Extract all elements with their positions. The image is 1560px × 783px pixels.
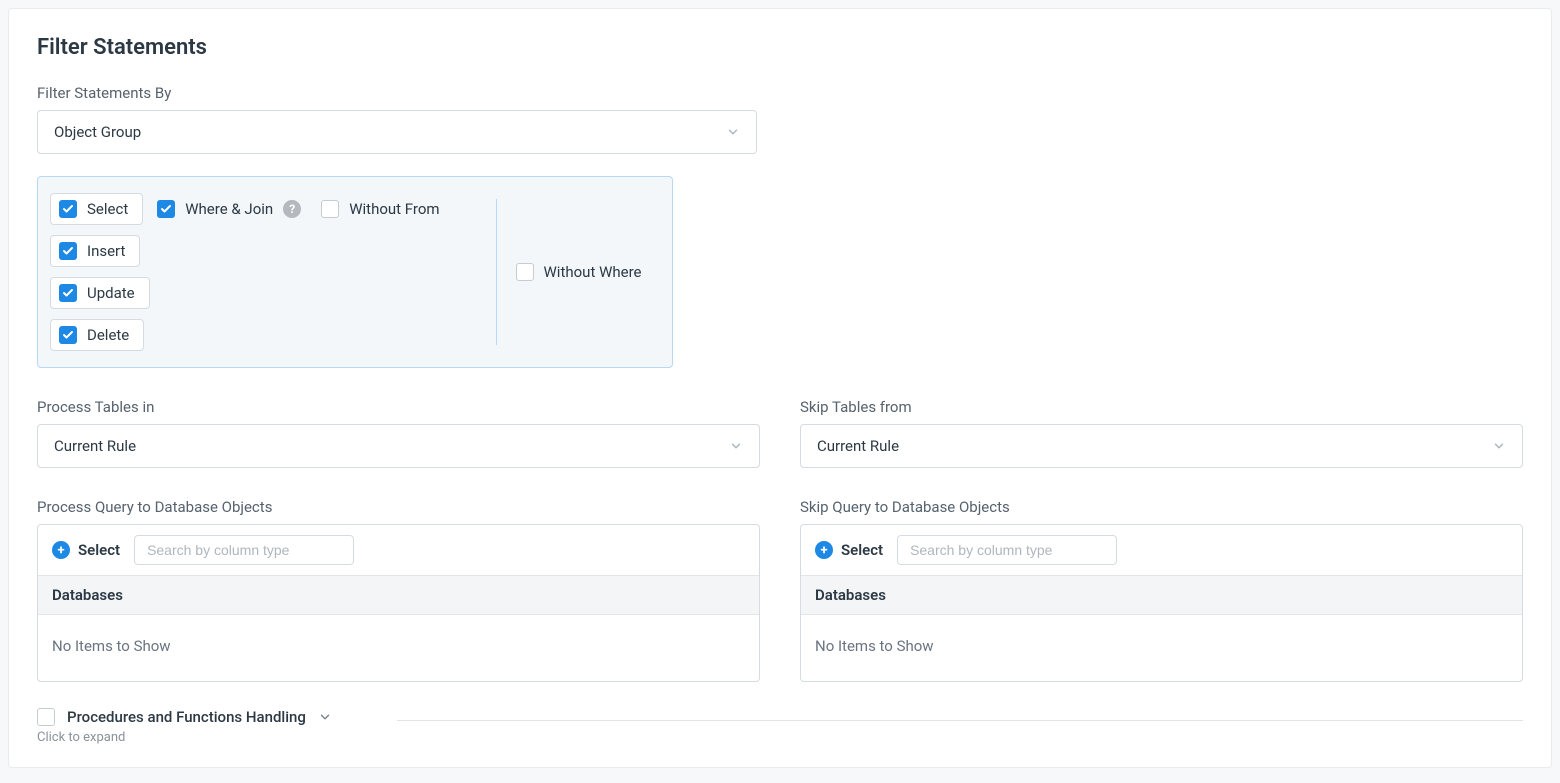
checkbox-label: Update [87, 284, 135, 302]
checkmark-icon [59, 200, 77, 218]
filter-by-label: Filter Statements By [37, 84, 1523, 102]
checkmark-icon [59, 326, 77, 344]
checkbox-label: Delete [87, 326, 129, 344]
expander-checkbox[interactable] [37, 708, 55, 726]
process-empty-text: No Items to Show [38, 615, 759, 681]
checkbox-label: Where & Join [185, 200, 273, 218]
skip-table-header: Databases [801, 575, 1522, 615]
section-title: Filter Statements [37, 35, 1523, 60]
process-select-button[interactable]: + Select [52, 541, 120, 559]
skip-tables-select[interactable]: Current Rule [800, 424, 1523, 468]
skip-tables-label: Skip Tables from [800, 398, 1523, 416]
help-icon[interactable]: ? [283, 200, 301, 218]
expander-hint: Click to expand [37, 730, 1523, 745]
procedures-expander[interactable]: Procedures and Functions Handling Click … [37, 708, 1523, 745]
skip-empty-text: No Items to Show [801, 615, 1522, 681]
checkbox-label: Without From [349, 200, 439, 218]
checkbox-label: Insert [87, 242, 125, 260]
filter-by-value: Object Group [54, 123, 141, 141]
checkbox-without-where[interactable]: Without Where [510, 259, 648, 285]
checkbox-label: Select [87, 200, 128, 218]
statement-type-group: Select Where & Join ? Without From [37, 176, 673, 368]
skip-select-button[interactable]: + Select [815, 541, 883, 559]
process-objects-panel: + Select Databases No Items to Show [37, 524, 760, 682]
chevron-down-icon [1492, 439, 1506, 453]
process-query-label: Process Query to Database Objects [37, 498, 760, 516]
checkbox-without-from[interactable]: Without From [315, 193, 445, 225]
process-tables-value: Current Rule [54, 437, 136, 455]
chevron-down-icon [726, 125, 740, 139]
filter-by-select[interactable]: Object Group [37, 110, 757, 154]
chevron-down-icon [318, 710, 332, 724]
plus-circle-icon: + [52, 541, 70, 559]
checkbox-label: Without Where [544, 263, 642, 281]
checkmark-icon [59, 242, 77, 260]
plus-circle-icon: + [815, 541, 833, 559]
checkmark-icon [157, 200, 175, 218]
select-button-label: Select [841, 541, 883, 559]
checkbox-insert[interactable]: Insert [50, 235, 140, 267]
process-search-input[interactable] [134, 535, 354, 565]
chevron-down-icon [729, 439, 743, 453]
skip-tables-value: Current Rule [817, 437, 899, 455]
skip-search-input[interactable] [897, 535, 1117, 565]
filter-statements-panel: Filter Statements Filter Statements By O… [8, 8, 1552, 768]
skip-objects-panel: + Select Databases No Items to Show [800, 524, 1523, 682]
select-button-label: Select [78, 541, 120, 559]
process-table-header: Databases [38, 575, 759, 615]
process-tables-label: Process Tables in [37, 398, 760, 416]
process-tables-select[interactable]: Current Rule [37, 424, 760, 468]
checkbox-box-icon [516, 263, 534, 281]
checkbox-box-icon [321, 200, 339, 218]
checkbox-delete[interactable]: Delete [50, 319, 144, 351]
checkmark-icon [59, 284, 77, 302]
checkbox-where-join[interactable]: Where & Join ? [151, 193, 307, 225]
checkbox-select[interactable]: Select [50, 193, 143, 225]
skip-query-label: Skip Query to Database Objects [800, 498, 1523, 516]
statement-type-left: Select Where & Join ? Without From [50, 193, 496, 351]
expander-title: Procedures and Functions Handling [67, 708, 306, 726]
checkbox-update[interactable]: Update [50, 277, 150, 309]
